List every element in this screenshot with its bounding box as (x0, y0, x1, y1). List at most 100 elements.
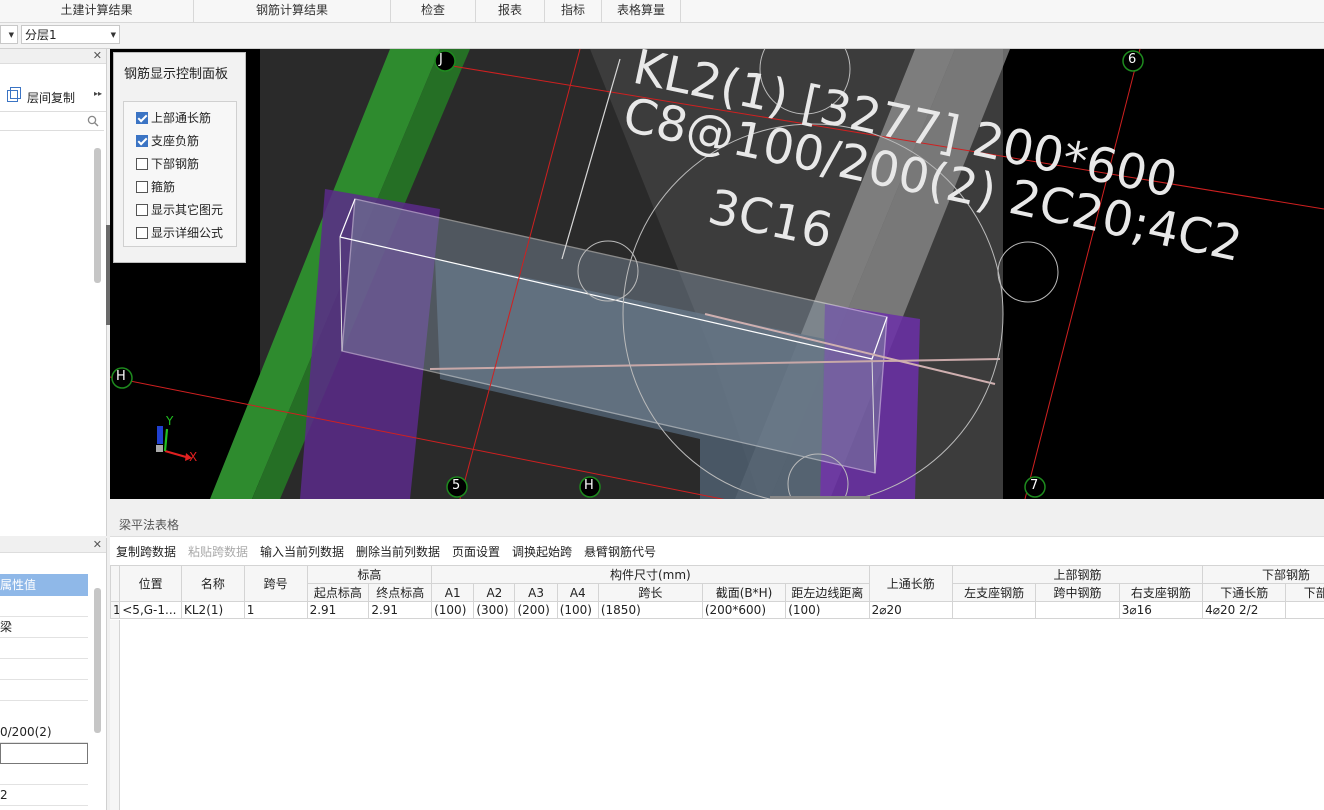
checkbox-top-long-rebar[interactable]: 上部通长筋 (136, 109, 211, 127)
checkbox-label: 支座负筋 (151, 134, 200, 148)
col-span-length[interactable]: 跨长 (597, 583, 703, 602)
property-row[interactable] (0, 596, 88, 617)
cell-bottom-long-rebar[interactable]: 4⌀20 2/2 (1202, 601, 1287, 619)
col-left-support-rebar[interactable]: 左支座钢筋 (951, 583, 1037, 602)
checkbox-icon (136, 158, 148, 170)
property-row[interactable] (0, 638, 88, 659)
checkbox-icon (136, 181, 148, 193)
cell-bottom-rebar[interactable] (1285, 601, 1324, 619)
search-input[interactable] (0, 112, 104, 131)
col-end-elevation[interactable]: 终点标高 (368, 583, 433, 602)
group-component-size: 构件尺寸(mm) (431, 565, 870, 584)
cell-left-support-rebar[interactable] (951, 601, 1037, 619)
cell-section[interactable]: (200*600) (701, 601, 787, 619)
property-row-selected[interactable] (0, 743, 88, 764)
copy-span-data-button[interactable]: 复制跨数据 (116, 543, 176, 561)
chevron-down-icon: ▼ (8, 31, 14, 39)
cell-top-long-rebar[interactable]: 2⌀20 (868, 601, 953, 619)
cell-name[interactable]: KL2(1) (181, 601, 245, 619)
expand-icon[interactable]: ▸▸ (94, 89, 102, 98)
tab-rebar-results[interactable]: 钢筋计算结果 (194, 0, 391, 22)
axis-marker-J: J (439, 52, 443, 67)
tab-indicator[interactable]: 指标 (545, 0, 602, 22)
tab-report[interactable]: 报表 (476, 0, 545, 22)
property-row[interactable]: 2 (0, 785, 88, 806)
col-a1[interactable]: A1 (431, 583, 475, 602)
cell-start-elevation[interactable]: 2.91 (306, 601, 370, 619)
col-section[interactable]: 截面(B*H) (701, 583, 787, 602)
col-mid-span-rebar[interactable]: 跨中钢筋 (1035, 583, 1120, 602)
first-dropdown[interactable]: ▼ (0, 25, 18, 44)
floor-dropdown[interactable]: 分层1 ▼ (21, 25, 120, 44)
col-a2[interactable]: A2 (473, 583, 516, 602)
property-row[interactable] (0, 659, 88, 680)
property-row[interactable]: 0/200(2) (0, 722, 88, 743)
axis-marker-H-bottom: H (584, 478, 594, 493)
beam-table-container: 位置 名称 跨号 标高 构件尺寸(mm) 上通长筋 上部钢筋 下部钢筋 起点标高… (110, 565, 1324, 810)
axis-marker-6: 6 (1128, 52, 1137, 67)
search-icon[interactable] (87, 115, 99, 127)
col-a3[interactable]: A3 (514, 583, 558, 602)
tab-check[interactable]: 检查 (391, 0, 476, 22)
checkbox-label: 上部通长筋 (151, 111, 212, 125)
checkbox-bottom-rebar[interactable]: 下部钢筋 (136, 155, 199, 173)
close-icon[interactable]: ✕ (93, 49, 102, 63)
tab-table-quantity[interactable]: 表格算量 (602, 0, 681, 22)
cell-a4[interactable]: (100) (556, 601, 599, 619)
col-bottom-rebar[interactable]: 下部钢筋 (1285, 583, 1324, 602)
col-right-support-rebar[interactable]: 右支座钢筋 (1118, 583, 1204, 602)
col-position[interactable]: 位置 (119, 565, 182, 602)
cell-right-support-rebar[interactable]: 3⌀16 (1118, 601, 1204, 619)
axis-y-label: Y (166, 414, 174, 428)
checkbox-label: 下部钢筋 (151, 157, 200, 171)
checkbox-label: 显示详细公式 (151, 226, 224, 240)
property-row[interactable] (0, 680, 88, 701)
table-row[interactable]: 1 <5,G-1... KL2(1) 1 2.91 2.91 (100) (30… (110, 601, 1324, 619)
checkbox-label: 箍筋 (151, 180, 176, 194)
left-scrollbar[interactable] (94, 148, 101, 283)
row-index-header (110, 565, 121, 602)
page-setup-button[interactable]: 页面设置 (452, 543, 500, 561)
cell-a3[interactable]: (200) (514, 601, 558, 619)
property-value-header: 属性值 (0, 574, 88, 596)
tab-civil-results[interactable]: 土建计算结果 (0, 0, 194, 22)
cell-span-length[interactable]: (1850) (597, 601, 703, 619)
cell-end-elevation[interactable]: 2.91 (368, 601, 433, 619)
checkbox-stirrup[interactable]: 箍筋 (136, 178, 175, 196)
cell-position[interactable]: <5,G-1... (119, 601, 182, 619)
3d-viewport[interactable]: KL2(1) [3277] 200*600 C8@100/200(2) 2C20… (110, 49, 1324, 499)
property-row[interactable] (0, 764, 88, 785)
cell-span-no[interactable]: 1 (243, 601, 308, 619)
col-a4[interactable]: A4 (556, 583, 599, 602)
chevron-down-icon: ▼ (110, 31, 116, 39)
cell-left-edge-distance[interactable]: (100) (785, 601, 870, 619)
checkbox-icon (136, 204, 148, 216)
swap-start-span-button[interactable]: 调换起始跨 (512, 543, 572, 561)
checkbox-support-negative-rebar[interactable]: 支座负筋 (136, 132, 199, 150)
col-start-elevation[interactable]: 起点标高 (306, 583, 370, 602)
cell-a2[interactable]: (300) (473, 601, 516, 619)
layer-copy-button[interactable]: 层间复制 (27, 89, 75, 106)
col-left-edge-distance[interactable]: 距左边线距离 (785, 583, 870, 602)
property-row[interactable]: 梁 (0, 617, 88, 638)
paste-span-data-button[interactable]: 粘贴跨数据 (188, 543, 248, 561)
checkbox-show-other-elements[interactable]: 显示其它图元 (136, 201, 223, 219)
layer-copy-toolbar: 层间复制 ▸▸ (0, 85, 106, 112)
delete-current-column-button[interactable]: 删除当前列数据 (356, 543, 440, 561)
cell-a1[interactable]: (100) (431, 601, 475, 619)
cantilever-rebar-code-button[interactable]: 悬臂钢筋代号 (584, 543, 656, 561)
col-top-long-rebar[interactable]: 上通长筋 (868, 565, 953, 602)
col-bottom-long-rebar[interactable]: 下通长筋 (1202, 583, 1287, 602)
rebar-display-control-panel: 钢筋显示控制面板 上部通长筋 支座负筋 下部钢筋 箍筋 显示其它图元 显示详细公… (113, 52, 246, 263)
checkbox-show-detail-formula[interactable]: 显示详细公式 (136, 224, 223, 242)
axis-marker-H: H (116, 369, 126, 384)
close-icon[interactable]: ✕ (93, 538, 102, 552)
col-name[interactable]: 名称 (181, 565, 245, 602)
input-current-column-button[interactable]: 输入当前列数据 (260, 543, 344, 561)
property-scrollbar[interactable] (94, 588, 101, 733)
row-header-strip (110, 620, 120, 810)
cell-mid-span-rebar[interactable] (1035, 601, 1120, 619)
col-span-no[interactable]: 跨号 (243, 565, 308, 602)
group-bottom-rebar: 下部钢筋 (1202, 565, 1324, 584)
beam-table-title: 梁平法表格 (110, 515, 1324, 537)
